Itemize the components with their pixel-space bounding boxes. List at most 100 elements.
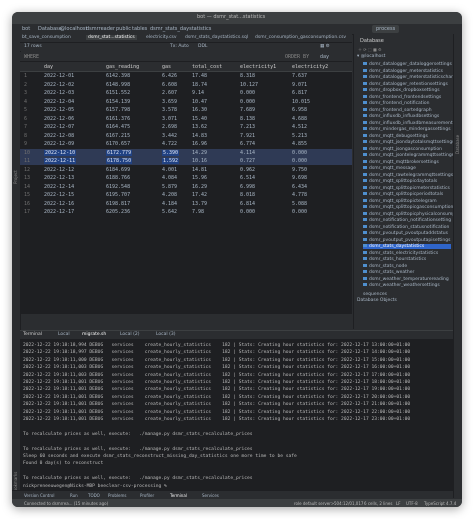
table-cell[interactable]: 7.689 (240, 107, 255, 113)
status-position[interactable]: 504:12/01,017 (334, 501, 363, 506)
column-header-total-cost[interactable]: total_cost (192, 64, 222, 70)
order-by-label[interactable]: ORDER BY (285, 54, 309, 60)
breadcrumb-item[interactable]: Database (38, 26, 62, 32)
db-table-item[interactable]: dsmr_mqtt_splittopictelegram (363, 198, 437, 204)
ddl-button[interactable]: DDL (198, 44, 207, 49)
breadcrumb-item[interactable]: tables (132, 26, 147, 32)
db-table-item[interactable]: dsmr_mindergas_mindergassettings (363, 127, 451, 132)
database-tool-label[interactable]: Database (455, 135, 460, 154)
table-cell[interactable]: 6142.398 (106, 73, 130, 79)
table-cell[interactable]: 6.608 (162, 82, 177, 88)
table-row[interactable]: 6 2022-12-06 6161.376 3.071 15.40 8.138 4.688 (20, 115, 352, 123)
table-cell[interactable]: 1.592 (162, 158, 180, 164)
breadcrumb-item[interactable]: public (116, 26, 131, 32)
tool-version-control[interactable]: Version Control (24, 493, 54, 498)
table-cell[interactable]: 6192.548 (106, 184, 130, 190)
table-cell[interactable]: 6198.817 (106, 201, 130, 207)
tool-terminal[interactable]: Terminal (170, 493, 187, 498)
status-language[interactable]: TypeScript 4.7.4 (424, 501, 456, 506)
db-table-item[interactable]: dsmr_mqtt_splittopicphysicalconsumption (363, 211, 462, 217)
table-row[interactable]: 9 2022-12-09 6170.657 4.722 16.96 6.774 4.855 (20, 140, 352, 148)
table-cell[interactable]: 8.318 (240, 73, 255, 79)
table-row[interactable]: 17 2022-12-17 6205.236 5.642 7.98 0.000 0.000 (20, 208, 352, 216)
table-cell[interactable]: 6.817 (292, 90, 307, 96)
db-table-item[interactable]: dsmr_frontend_sortedgraph (363, 107, 432, 113)
table-cell[interactable]: 3.659 (162, 99, 177, 105)
table-cell[interactable]: 6170.657 (106, 141, 130, 147)
tab-bt-save-consumption[interactable]: bt_save_consumption (22, 35, 71, 40)
table-cell[interactable]: 10.015 (292, 99, 310, 105)
breadcrumb-item[interactable]: @localhost (60, 26, 87, 32)
table-cell[interactable]: 6167.215 (106, 133, 130, 139)
table-cell[interactable]: 16.96 (192, 141, 207, 147)
table-cell[interactable]: 6154.139 (106, 99, 130, 105)
tx-mode-dropdown[interactable]: Tx: Auto (170, 44, 189, 49)
breadcrumb-item[interactable]: dsmrreader (86, 26, 115, 32)
column-header-electricity2[interactable]: electricity2 (292, 64, 328, 70)
table-cell[interactable]: 10.16 (192, 158, 207, 164)
project-tool-label[interactable]: Project (13, 170, 18, 184)
table-cell[interactable]: 10.127 (240, 82, 258, 88)
table-cell[interactable]: 7.921 (240, 133, 255, 139)
process-selector[interactable]: process (372, 25, 400, 33)
breadcrumb-item[interactable]: bot (22, 26, 30, 32)
table-cell[interactable]: 6172.779 (106, 149, 133, 156)
table-row[interactable]: 5 2022-12-05 6157.798 3.578 16.30 7.689 6.958 (20, 106, 352, 114)
table-cell[interactable]: 0.962 (240, 167, 255, 173)
tab-dsmr-statistics[interactable]: dsmr_stat...statistics (86, 35, 137, 40)
table-cell[interactable]: 15.40 (192, 116, 207, 122)
table-cell[interactable]: 2022-12-14 (44, 184, 74, 190)
table-cell[interactable]: 5.213 (292, 133, 307, 139)
table-row[interactable]: 13 2022-12-13 6188.766 4.084 15.96 6.514 9.698 (20, 174, 352, 182)
table-row[interactable]: 1 2022-12-01 6142.398 6.426 17.48 8.318 7.637 (20, 72, 352, 80)
table-cell[interactable]: 6205.236 (106, 209, 130, 215)
table-cell[interactable]: 6178.750 (106, 158, 133, 164)
db-table-item[interactable]: dsmr_mqtt_jsontelegrammqttsettings (363, 153, 454, 158)
table-cell[interactable]: 10.47 (192, 99, 207, 105)
table-cell[interactable]: 6188.766 (106, 175, 130, 181)
db-table-item[interactable]: dsmr_weather_weathersettings (363, 283, 440, 288)
table-cell[interactable]: 4.084 (162, 175, 177, 181)
db-table-item[interactable]: dsmr_pvoutput_pvoutputaddstatus (363, 231, 448, 236)
table-cell[interactable]: 4.114 (240, 150, 255, 156)
status-server[interactable]: role default server> (294, 501, 334, 506)
table-cell[interactable]: 2022-12-13 (44, 175, 74, 181)
table-cell[interactable]: 2022-12-03 (44, 90, 74, 96)
table-cell[interactable]: 5.088 (292, 201, 307, 207)
table-cell[interactable]: 4.722 (162, 141, 177, 147)
table-cell[interactable]: 17.42 (192, 192, 207, 198)
table-cell[interactable]: 2022-12-15 (44, 192, 74, 198)
table-cell[interactable]: 9.698 (292, 175, 307, 181)
table-cell[interactable]: 3.578 (162, 107, 177, 113)
table-cell[interactable]: 14.29 (192, 150, 207, 156)
database-objects-node[interactable]: Database Objects (357, 298, 397, 303)
db-table-item[interactable]: dsmr_stats_hourstatistics (363, 257, 426, 262)
sequences-node[interactable]: sequences (363, 292, 387, 297)
table-cell[interactable]: 14.81 (192, 167, 207, 173)
db-table-item[interactable]: dsmr_mqtt_jsondaytotalsmqttsettings (363, 140, 455, 145)
table-cell[interactable]: 18.74 (192, 82, 207, 88)
db-table-item[interactable]: dsmr_mqtt_splittopicperiodtotals (363, 192, 443, 197)
table-row[interactable]: 10 2022-12-10 6172.779 5.390 14.29 4.114 0.000 (20, 148, 352, 157)
rows-count-dropdown[interactable]: 17 rows (24, 44, 42, 49)
table-cell[interactable]: 4.855 (292, 141, 307, 147)
table-cell[interactable]: 5.642 (162, 209, 177, 215)
table-cell[interactable]: 6151.552 (106, 90, 130, 96)
table-cell[interactable]: 6.998 (240, 184, 255, 190)
table-cell[interactable]: 6.434 (292, 184, 307, 190)
where-filter[interactable]: WHERE (24, 54, 39, 60)
db-table-item[interactable]: dsmr_mqtt_rawtelegrammqttsettings (363, 172, 453, 178)
table-cell[interactable]: 16.29 (192, 184, 207, 190)
table-cell[interactable]: 2022-12-05 (44, 107, 74, 113)
tab-daystatistics-sql[interactable]: dsmr_stats_daystatistics.sql (185, 35, 248, 40)
table-cell[interactable]: 2.698 (162, 124, 177, 130)
db-table-item[interactable]: dsmr_frontend_frontendsettings (363, 94, 441, 100)
db-table-item[interactable]: dsmr_weather_temperaturereading (363, 276, 449, 282)
column-header-gas[interactable]: gas (162, 64, 171, 70)
table-cell[interactable]: 2022-12-16 (44, 201, 74, 207)
db-table-item[interactable]: dsmr_mqtt_splittopicgasconsumption (363, 205, 453, 210)
db-table-item[interactable]: dsmr_datalogger_retentionsettings (363, 81, 448, 87)
db-table-item[interactable]: dsmr_influxdb_influxdbmeasurement (363, 120, 453, 126)
database-panel-toolbar[interactable]: ＋ ⟳ ⬚ ■ ⚙ (358, 47, 382, 53)
tool-services[interactable]: Services (202, 493, 219, 498)
